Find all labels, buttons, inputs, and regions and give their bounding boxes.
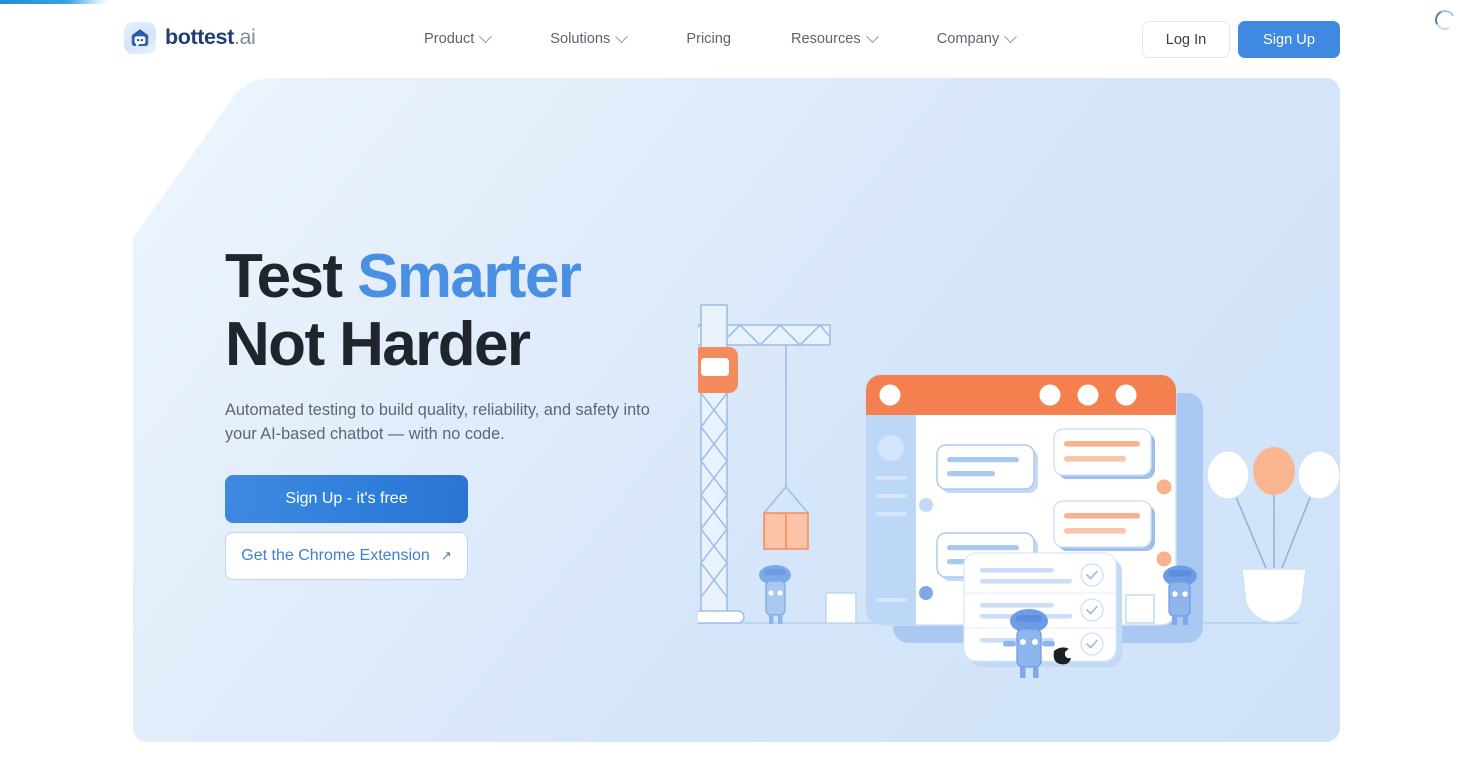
- external-link-arrow-icon: ↗: [440, 548, 452, 564]
- nav-item-label: Solutions: [550, 30, 611, 47]
- chevron-down-icon: [615, 29, 629, 43]
- hero-title-part-1: Test: [225, 242, 358, 311]
- chat-status-dot: [1156, 479, 1172, 495]
- sidebar-avatar: [878, 435, 904, 461]
- window-dot: [1115, 384, 1137, 406]
- ground-box-left: [825, 592, 857, 624]
- chevron-down-icon: [1004, 29, 1018, 43]
- nav-item-label: Resources: [790, 30, 861, 47]
- flower-bloom-accent: [1253, 447, 1295, 495]
- ground-box-right: [1125, 594, 1155, 624]
- page-load-progress-bar: [0, 0, 110, 4]
- nav-item-label: Company: [936, 30, 1000, 47]
- sign-up-button[interactable]: Sign Up: [1238, 21, 1340, 58]
- chevron-down-icon: [479, 29, 493, 43]
- get-chrome-extension-button[interactable]: Get the Chrome Extension ↗: [225, 531, 468, 580]
- nav-item-label: Product: [424, 30, 475, 47]
- chatbot-testing-illustration: [698, 263, 1340, 703]
- site-header: bottest.ai Product Solutions Pricing Res…: [0, 0, 1473, 78]
- hero-title-accent: Smarter: [357, 242, 582, 311]
- window-dot: [1077, 384, 1099, 406]
- page-title: Test Smarter Not Harder: [225, 242, 695, 380]
- chat-status-dot: [919, 586, 933, 600]
- brand-name-main: bottest: [165, 25, 234, 50]
- auth-actions: Log In Sign Up: [1142, 21, 1340, 58]
- chat-status-dot: [919, 498, 933, 512]
- bot-house-icon: [124, 22, 156, 54]
- brand-name-suffix: .ai: [233, 25, 256, 50]
- nav-item-company[interactable]: Company: [907, 0, 1045, 78]
- nav-item-label: Pricing: [686, 30, 731, 47]
- flower-vase: [1206, 447, 1340, 623]
- chat-status-dot: [1156, 551, 1172, 567]
- nav-item-solutions[interactable]: Solutions: [520, 0, 656, 78]
- hanging-crate: [763, 512, 809, 550]
- hero-cta-group: Sign Up - it's free Get the Chrome Exten…: [225, 474, 695, 580]
- window-dot: [879, 384, 901, 406]
- checklist-card: [963, 552, 1122, 667]
- brand-name: bottest.ai: [165, 25, 256, 50]
- hero-subtitle: Automated testing to build quality, reli…: [225, 401, 650, 444]
- chat-bubble-incoming: [936, 444, 1038, 493]
- chat-bubble-outgoing: [1053, 428, 1155, 479]
- main-navigation: Product Solutions Pricing Resources Comp…: [424, 0, 1045, 78]
- log-in-button[interactable]: Log In: [1142, 21, 1230, 58]
- flower-bloom: [1206, 450, 1250, 500]
- loading-spinner-icon: [1432, 7, 1458, 33]
- nav-item-pricing[interactable]: Pricing: [656, 0, 761, 78]
- nav-item-product[interactable]: Product: [424, 0, 520, 78]
- hero-section: Test Smarter Not Harder Automated testin…: [133, 78, 1340, 742]
- hero-copy: Test Smarter Not Harder Automated testin…: [225, 242, 695, 580]
- brand-logo[interactable]: bottest.ai: [124, 22, 256, 54]
- robot-worker-left: [759, 565, 791, 624]
- hero-title-part-2: Not Harder: [225, 310, 531, 380]
- flower-bloom: [1297, 450, 1340, 500]
- sign-up-free-button[interactable]: Sign Up - it's free: [225, 474, 468, 523]
- spinner-arc: [1432, 7, 1458, 33]
- chrome-extension-label: Get the Chrome Extension: [241, 546, 430, 564]
- chevron-down-icon: [865, 29, 879, 43]
- nav-item-resources[interactable]: Resources: [761, 0, 907, 78]
- crane-cabin: [698, 347, 738, 393]
- chat-bubble-outgoing: [1053, 500, 1155, 551]
- window-dot: [1039, 384, 1061, 406]
